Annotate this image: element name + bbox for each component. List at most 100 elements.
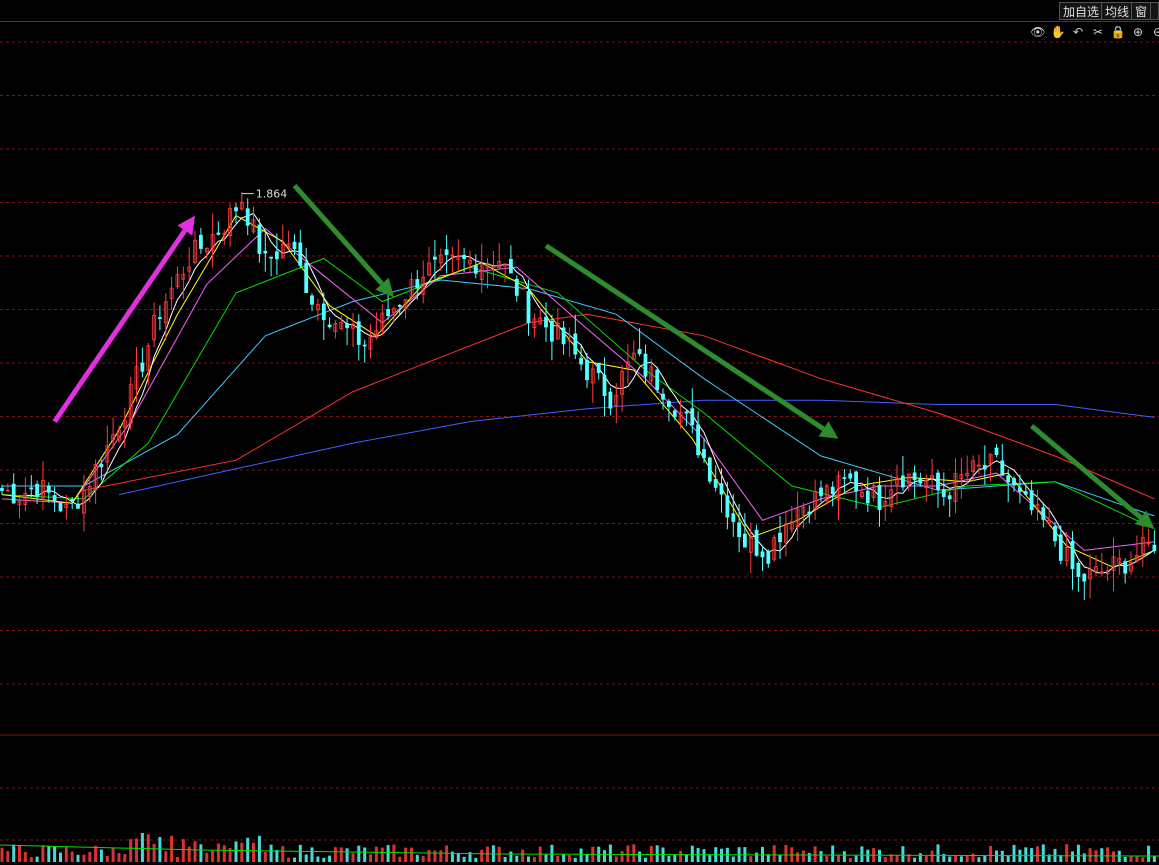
volume-bar	[339, 847, 343, 862]
volume-bar	[573, 857, 577, 862]
candle-body	[1012, 478, 1016, 486]
candle-body	[46, 485, 51, 493]
volume-bar	[684, 854, 688, 862]
volume-bar	[556, 855, 560, 862]
candle-body	[327, 324, 332, 328]
candle-body	[356, 321, 361, 345]
volume-bar	[181, 839, 185, 862]
volume-bar	[521, 849, 525, 862]
volume-bar	[1117, 850, 1121, 862]
candle-body	[216, 232, 221, 235]
volume-bar	[801, 850, 805, 862]
volume-bar	[328, 855, 332, 862]
volume-bar	[831, 845, 835, 862]
volume-bar	[954, 855, 957, 862]
candle-body	[269, 256, 274, 259]
volume-bar	[82, 854, 86, 862]
volume-bar	[749, 856, 753, 862]
candle-body	[737, 522, 741, 538]
candle-body	[397, 304, 402, 307]
volume-bar	[1000, 850, 1004, 862]
volume-bar	[298, 844, 302, 862]
candle-body	[1070, 541, 1075, 570]
volume-bar	[567, 855, 571, 862]
volume-bar	[825, 856, 829, 862]
volume-bar	[146, 834, 150, 862]
volume-bar	[99, 849, 103, 862]
candle-body	[1053, 526, 1057, 542]
volume-bar	[222, 845, 226, 862]
volume-bar	[644, 857, 647, 862]
volume-bar	[205, 852, 209, 862]
volume-bar	[176, 856, 179, 862]
candlesticks	[0, 191, 1157, 600]
volume-bar	[64, 847, 68, 862]
candle-body	[310, 295, 314, 305]
volume-bar	[70, 851, 74, 862]
candle-body	[157, 317, 162, 320]
volume-bar	[474, 857, 478, 862]
candle-body	[936, 472, 940, 491]
volume-bar	[105, 856, 109, 862]
candle-body	[0, 487, 4, 491]
volume-bar	[731, 856, 735, 862]
volume-bar	[544, 854, 548, 862]
volume-bar	[842, 851, 846, 862]
candle-body	[245, 208, 250, 226]
volume-bar	[293, 857, 296, 862]
volume-bar	[1106, 847, 1110, 862]
candle-body	[70, 498, 75, 501]
candle-body	[321, 303, 326, 321]
candle-body	[655, 369, 660, 391]
volume-bar	[427, 849, 431, 862]
candle-body	[754, 529, 759, 556]
candle-body	[661, 393, 665, 400]
candle-body	[713, 479, 718, 488]
candle-body	[778, 532, 782, 543]
candle-body	[198, 234, 203, 249]
volume-bar	[948, 856, 952, 862]
volume-bar	[550, 844, 554, 862]
volume-bar	[456, 852, 460, 862]
candle-body	[1018, 487, 1022, 492]
volume-bar	[702, 849, 706, 862]
candle-body	[901, 475, 905, 488]
candle-body	[1058, 534, 1063, 561]
volume-bar	[59, 852, 62, 862]
volume-bar	[12, 844, 16, 862]
volume-bar	[23, 852, 27, 862]
volume-bar	[386, 845, 390, 862]
candle-body	[35, 483, 39, 498]
candle-body	[608, 391, 613, 409]
volume-bar	[287, 857, 291, 862]
volume-bar	[47, 845, 51, 862]
volume-bar	[53, 846, 57, 862]
volume-bar	[603, 850, 606, 862]
candle-body	[415, 279, 420, 289]
candle-body	[731, 513, 736, 522]
volume-bar	[1082, 853, 1086, 862]
volume-bar	[690, 845, 694, 862]
volume-bar	[398, 856, 402, 862]
kline-chart[interactable]: 1.864	[0, 0, 1159, 865]
candle-body	[274, 251, 279, 260]
volume-bar	[410, 847, 413, 862]
candle-body	[298, 242, 303, 266]
volume-bar	[310, 847, 314, 862]
candle-body	[1029, 490, 1034, 511]
volume-bar	[632, 844, 636, 862]
chart-labels: 1.864	[241, 188, 287, 201]
volume-bar	[18, 845, 21, 862]
candle-body	[702, 449, 706, 459]
volume-bar	[796, 852, 800, 862]
volume-bar	[1123, 856, 1127, 862]
candle-body	[386, 309, 391, 316]
volume-bars	[0, 833, 1159, 862]
candle-body	[854, 471, 858, 492]
candle-body	[585, 359, 589, 381]
candle-body	[263, 250, 268, 254]
candle-body	[760, 551, 765, 558]
candle-body	[684, 411, 689, 414]
candle-body	[830, 486, 835, 495]
volume-bar	[527, 856, 530, 862]
